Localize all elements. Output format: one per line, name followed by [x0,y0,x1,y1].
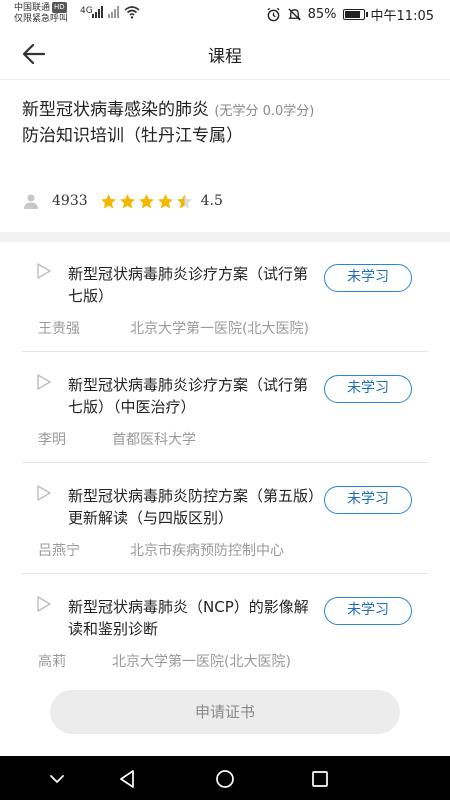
rating-stars [100,193,193,210]
lesson-teacher: 王贵强 [38,321,80,337]
lesson-title: 新型冠状病毒肺炎（NCP）的影像解读和鉴别诊断 [68,598,309,638]
battery-percent: 85% [307,7,337,22]
learner-count: 4933 [52,193,88,209]
hd-badge: HD [52,2,67,13]
course-credit: (无学分 0.0学分) [214,104,315,119]
not-studied-button[interactable]: 未学习 [324,486,412,514]
play-icon [37,485,51,501]
course-info: 新型冠状病毒感染的肺炎 (无学分 0.0学分) 防治知识培训（牡丹江专属） 493… [0,80,450,232]
lesson-title: 新型冠状病毒肺炎诊疗方案（试行第七版） [68,265,309,305]
course-title-continued: 防治知识培训（牡丹江专属） [22,126,243,146]
lesson-organization: 北京大学第一医院(北大医院) [130,321,309,337]
star-icon [176,193,192,208]
page-title: 课程 [208,47,242,67]
recents-square-icon[interactable] [309,768,331,790]
section-divider [0,232,450,242]
alarm-icon [267,7,280,22]
status-bar: 中国联通 HD 仅限紧急呼叫 4G 85% 中午11:05 [0,0,450,28]
battery-icon [342,9,368,20]
lesson-organization: 北京市疾病预防控制中心 [130,543,284,559]
system-nav-bar [0,756,450,800]
lesson-item[interactable]: 新型冠状病毒肺炎诊疗方案（试行第七版） 未学习 王贵强 北京大学第一医院(北大医… [22,242,428,352]
play-icon [37,374,51,390]
course-title-block: 新型冠状病毒感染的肺炎 (无学分 0.0学分) 防治知识培训（牡丹江专属） [22,98,437,149]
course-title: 新型冠状病毒感染的肺炎 [22,100,209,120]
star-icon [100,193,116,208]
lesson-item[interactable]: 新型冠状病毒肺炎防控方案（第五版）更新解读（与四版区别） 未学习 吕燕宁 北京市… [22,464,428,574]
signal-bars-icon [92,6,103,18]
status-right: 85% 中午11:05 [266,5,434,24]
apply-certificate-button[interactable]: 申请证书 [50,690,400,734]
carrier-info: 中国联通 HD 仅限紧急呼叫 [14,2,68,25]
lesson-teacher: 吕燕宁 [38,543,80,559]
carrier-name: 中国联通 [14,3,51,13]
emergency-only-text: 仅限紧急呼叫 [14,14,69,24]
back-triangle-icon[interactable] [117,768,139,790]
wifi-icon [124,6,140,19]
chevron-down-icon[interactable] [46,768,68,790]
play-icon [37,596,51,612]
star-icon [138,193,154,208]
clock: 中午11:05 [370,9,434,24]
not-studied-button[interactable]: 未学习 [324,375,412,403]
header: 课程 [0,28,450,80]
course-stats: 4933 4.5 [22,191,223,211]
network-type: 4G [80,6,93,16]
lesson-item[interactable]: 新型冠状病毒肺炎（NCP）的影像解读和鉴别诊断 未学习 高莉 北京大学第一医院(… [22,575,428,685]
lesson-organization: 首都医科大学 [112,432,196,448]
signal-bars-2-icon [108,6,119,18]
lesson-item[interactable]: 新型冠状病毒肺炎诊疗方案（试行第七版）（中医治疗） 未学习 李明 首都医科大学 [22,353,428,463]
rating-value: 4.5 [200,193,223,209]
mute-bell-icon [287,8,301,21]
not-studied-button[interactable]: 未学习 [324,264,412,292]
star-icon [119,193,135,208]
lesson-title: 新型冠状病毒肺炎防控方案（第五版）更新解读（与四版区别） [68,487,316,527]
home-circle-icon[interactable] [214,768,236,790]
lesson-teacher: 李明 [38,432,66,448]
lesson-teacher: 高莉 [38,654,66,670]
play-icon [37,263,51,279]
lesson-organization: 北京大学第一医院(北大医院) [112,654,291,670]
star-icon [157,193,173,208]
lesson-title: 新型冠状病毒肺炎诊疗方案（试行第七版）（中医治疗） [68,376,309,416]
user-icon [24,194,38,209]
not-studied-button[interactable]: 未学习 [324,597,412,625]
